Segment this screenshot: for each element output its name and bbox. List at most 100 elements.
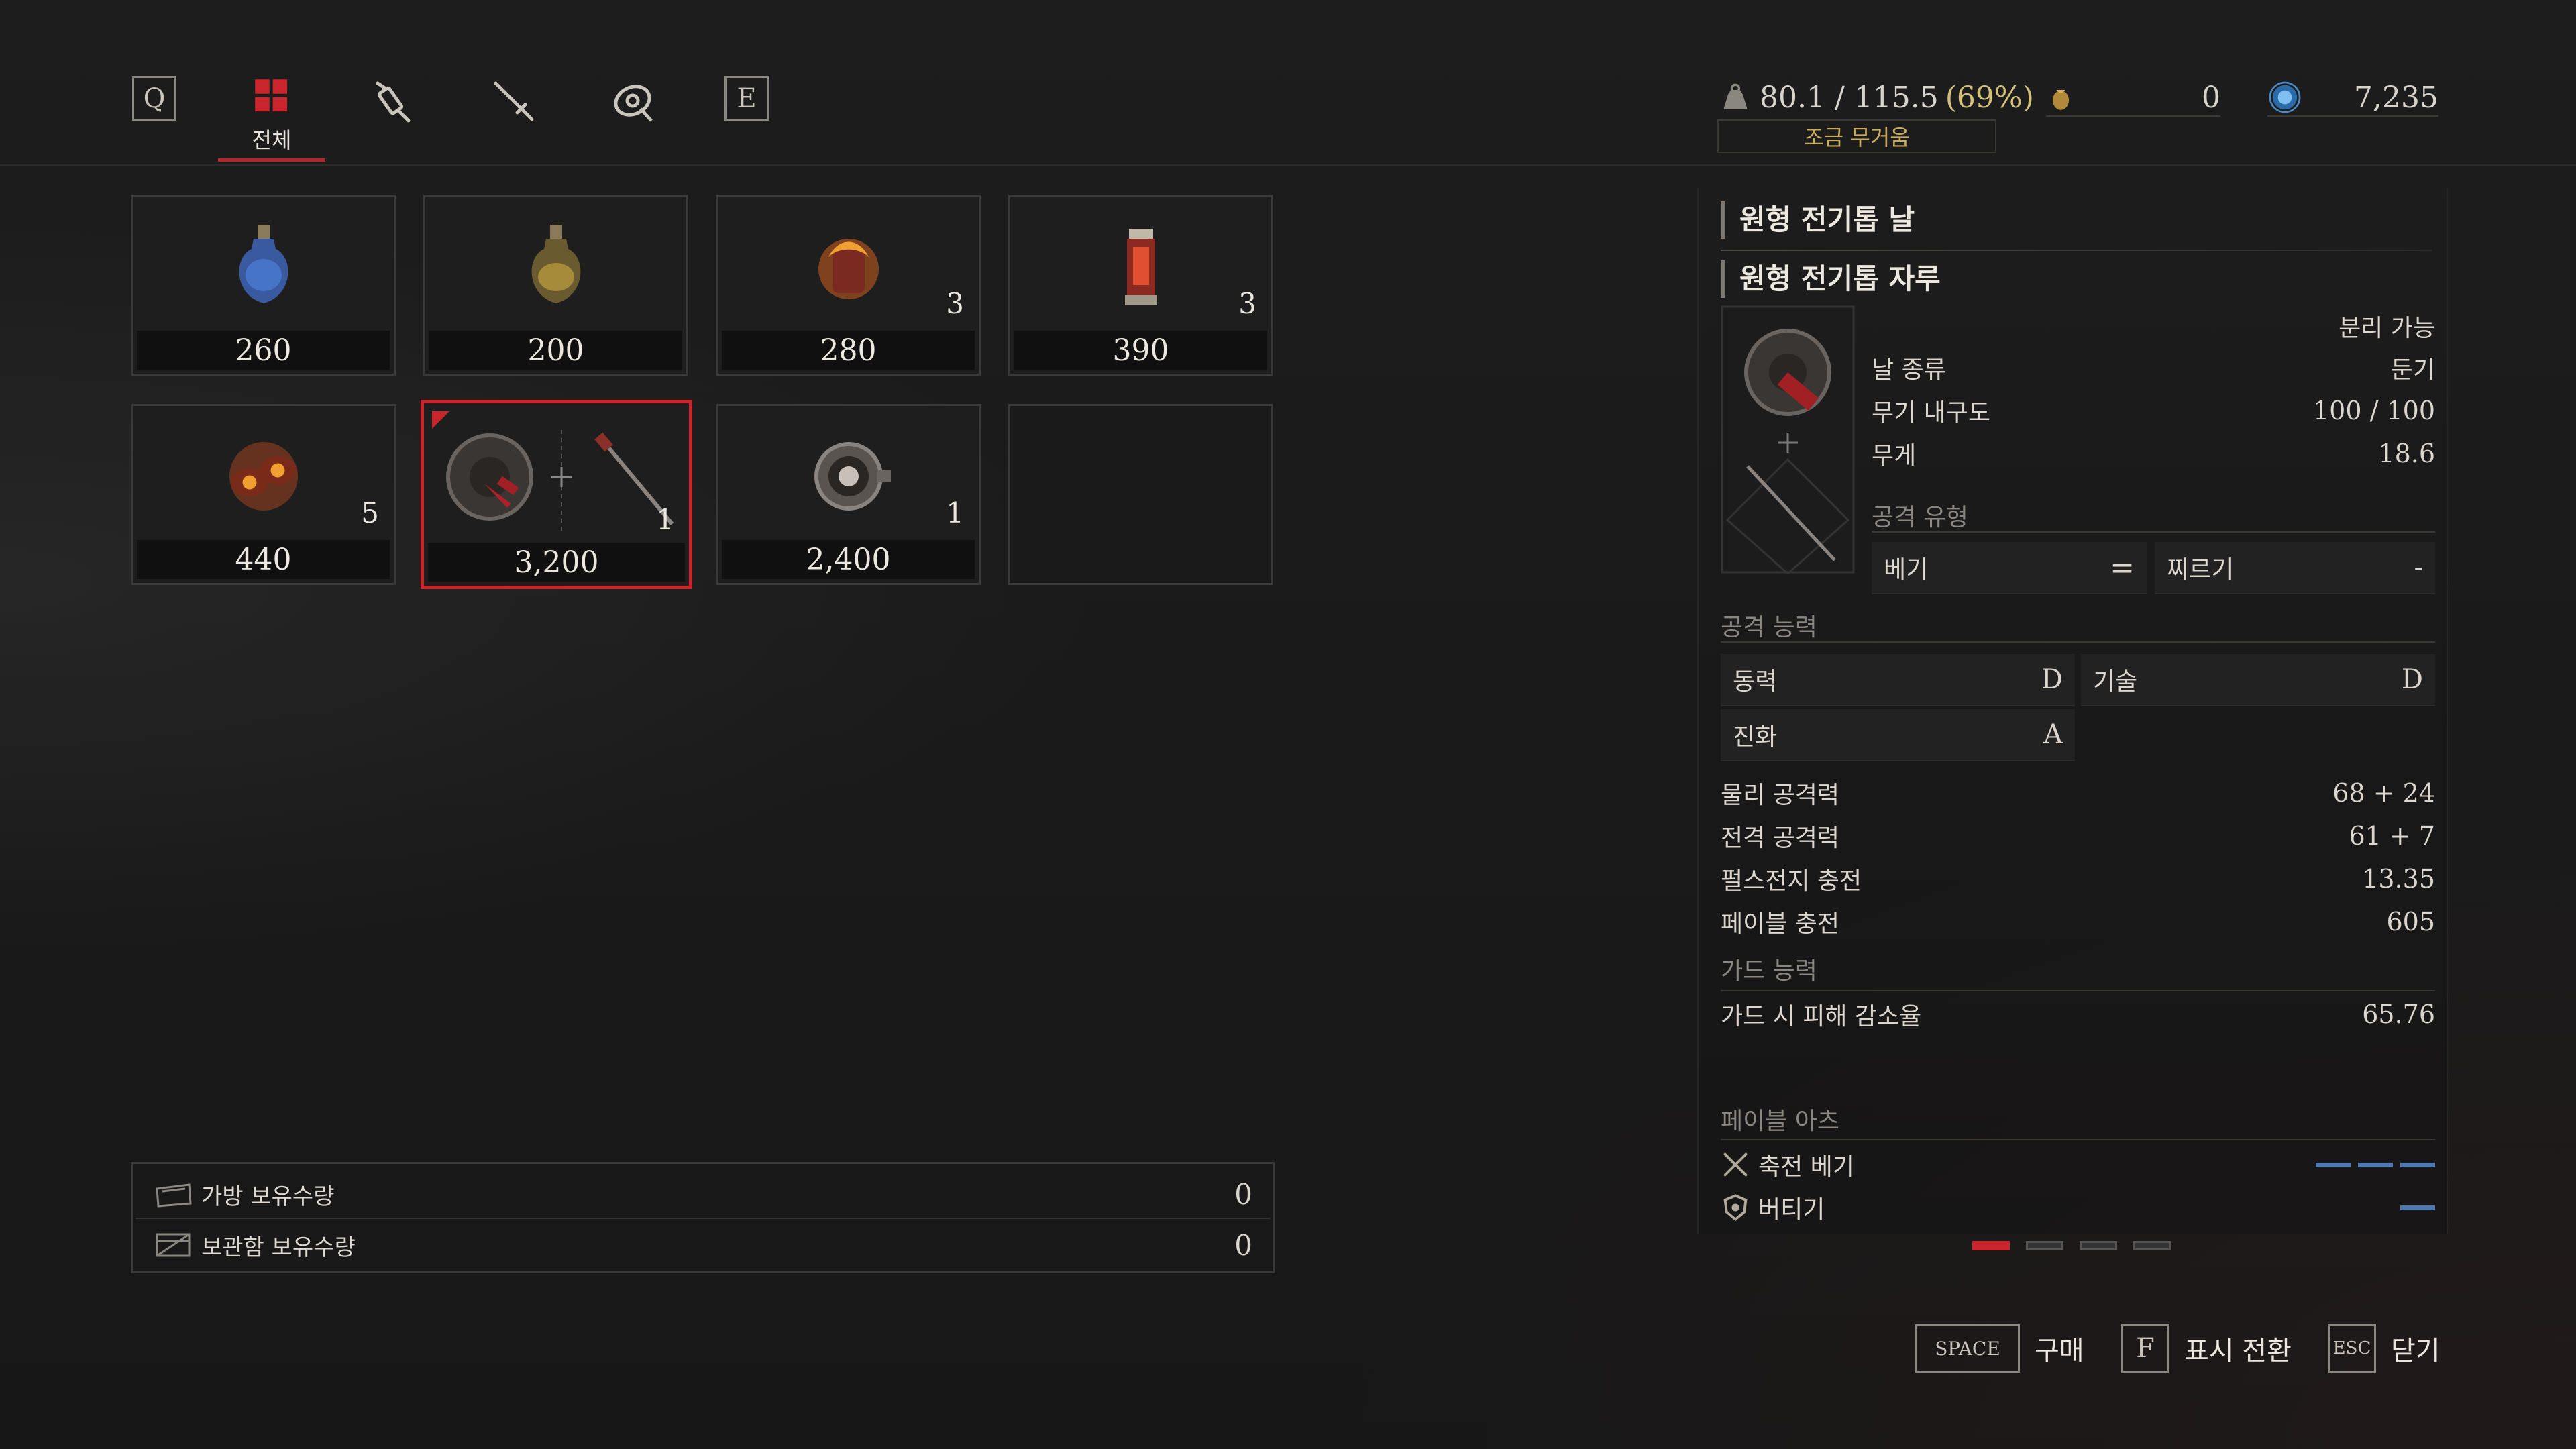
toggle-display-control[interactable]: F 표시 전환 [2121, 1323, 2292, 1374]
tab-parts[interactable] [594, 74, 674, 154]
item-price: 280 [722, 331, 975, 370]
motivity-cell: 동력 D [1721, 654, 2075, 706]
item-quantity: 1 [946, 496, 964, 529]
item-price: 440 [137, 540, 390, 579]
advance-grade: A [2043, 719, 2063, 750]
storage-box-icon [156, 1233, 191, 1257]
close-label: 닫기 [2391, 1336, 2440, 1366]
prev-tab-key[interactable]: Q [132, 76, 176, 121]
currency1-underline [2046, 115, 2220, 117]
tab-throwables[interactable] [473, 74, 553, 154]
item-quantity: 3 [1238, 287, 1256, 320]
fable-charge-value: 605 [2386, 907, 2435, 936]
currency-ergo [2267, 74, 2302, 121]
guard-reduction-label: 가드 시 피해 감소율 [1721, 1003, 1922, 1030]
item-slot[interactable]: 260 [131, 195, 396, 376]
blade-type-value: 둔기 [2390, 356, 2435, 384]
attack-type-2: 찌르기 [2167, 556, 2234, 584]
syringe-icon [376, 81, 411, 123]
pulse-charge-value: 13.35 [2362, 864, 2435, 894]
item-slot[interactable]: 200 [423, 195, 688, 376]
esc-key[interactable]: ESC [2328, 1324, 2376, 1373]
tab-all[interactable]: 전체 [231, 74, 312, 154]
empty-item-slot[interactable] [1008, 404, 1273, 585]
weight-row: 무게 18.6 [1872, 435, 2435, 472]
attack-type-thrust: 찌르기 - [2155, 542, 2435, 594]
space-key[interactable]: SPACE [1915, 1324, 2020, 1373]
dagger-icon [494, 81, 534, 121]
weapon-preview-icon [1721, 305, 1855, 574]
item-quantity: 1 [656, 503, 674, 536]
motivity-grade: D [2041, 664, 2063, 695]
tab-all-label: 전체 [252, 127, 292, 153]
fable-slot-bar [2400, 1163, 2435, 1167]
attack-type-equal-sign: = [2110, 550, 2135, 585]
pulse-charge-row: 펄스전지 충전 13.35 [1721, 860, 2435, 898]
fable-slot-bar [2316, 1163, 2351, 1167]
active-tab-indicator [218, 158, 325, 162]
bag-quantity-label: 가방 보유수량 [201, 1183, 335, 1210]
electric-attack-row: 전격 공격력 61 + 7 [1721, 817, 2435, 855]
page-indicator[interactable] [2080, 1241, 2117, 1250]
blade-type-row: 날 종류 둔기 [1872, 349, 2435, 386]
weight-percent: (69%) [1945, 80, 2034, 115]
shop-screen: Q 전체 E 80.1 / 115.5 (69%) 조금 무거움 0 7,235… [0, 0, 2576, 1449]
attack-ability-divider [1721, 641, 2435, 643]
item-slot[interactable]: 3 280 [716, 195, 981, 376]
item-slot[interactable]: 1 2,400 [716, 404, 981, 585]
page-indicator-active[interactable] [1972, 1241, 2010, 1250]
attack-type-2-value: - [2414, 552, 2423, 583]
currency1-value: 0 [2202, 80, 2220, 115]
tab-consumables[interactable] [352, 74, 433, 154]
currency1-value-wrap: 0 [2080, 74, 2220, 121]
attack-type-divider [1872, 531, 2435, 533]
bag-quantity-value: 0 [1234, 1177, 1252, 1211]
shield-icon [1723, 1194, 1748, 1222]
fable-art-2-label: 버티기 [1758, 1196, 1825, 1224]
guard-divider [1721, 990, 2435, 991]
page-indicator[interactable] [2133, 1241, 2171, 1250]
weight-display: 80.1 / 115.5 (69%) [1721, 74, 2034, 121]
blade-name: 원형 전기톱 날 [1721, 201, 1915, 239]
item-quantity: 5 [361, 496, 379, 529]
currency-ergo-coin [2046, 74, 2076, 121]
item-price: 2,400 [722, 540, 975, 579]
next-tab-key[interactable]: E [724, 76, 769, 121]
fable-charge-label: 페이블 충전 [1721, 910, 1840, 938]
durability-label: 무기 내구도 [1872, 399, 1991, 427]
grid-icon [255, 79, 288, 112]
durability-row: 무기 내구도 100 / 100 [1872, 392, 2435, 429]
handle-name: 원형 전기톱 자루 [1721, 260, 1941, 298]
bag-icon [156, 1183, 192, 1208]
yellow-potion-icon [531, 225, 580, 303]
electric-attack-value: 61 + 7 [2349, 821, 2435, 851]
attack-ability-label: 공격 능력 [1721, 614, 1817, 641]
physical-attack-row: 물리 공격력 68 + 24 [1721, 774, 2435, 812]
item-price: 3,200 [428, 543, 685, 582]
ergo-orb-icon [2269, 81, 2301, 113]
close-control[interactable]: ESC 닫기 [2328, 1323, 2440, 1374]
attack-type-1: 베기 [1884, 556, 1929, 584]
technique-label: 기술 [2093, 668, 2138, 696]
page-indicator[interactable] [2026, 1241, 2063, 1250]
buy-control[interactable]: SPACE 구매 [1915, 1323, 2084, 1374]
guard-reduction-value: 65.76 [2362, 1000, 2435, 1029]
fable-art-2-row: 버티기 [1721, 1189, 2435, 1226]
box-quantity-value: 0 [1234, 1228, 1252, 1262]
physical-attack-value: 68 + 24 [2332, 778, 2435, 808]
cartridge-icon [1124, 229, 1157, 305]
electric-attack-label: 전격 공격력 [1721, 824, 1840, 852]
item-slot[interactable]: 3 390 [1008, 195, 1273, 376]
storage-divider [136, 1218, 1270, 1219]
guard-reduction-row: 가드 시 피해 감소율 65.76 [1721, 996, 2435, 1033]
item-slot-selected[interactable]: 1 3,200 [421, 400, 692, 589]
separable-row: 분리 가능 [1872, 307, 2435, 345]
f-key[interactable]: F [2121, 1324, 2169, 1373]
attack-type-label: 공격 유형 [1872, 504, 1968, 531]
attack-type-slash: 베기 = [1872, 542, 2147, 594]
blue-potion-icon [239, 225, 288, 303]
separable-tag: 분리 가능 [2339, 315, 2435, 342]
currency2-value: 7,235 [2354, 80, 2438, 115]
bag-quantity-row: 가방 보유수량 0 [153, 1171, 1252, 1218]
item-slot[interactable]: 5 440 [131, 404, 396, 585]
